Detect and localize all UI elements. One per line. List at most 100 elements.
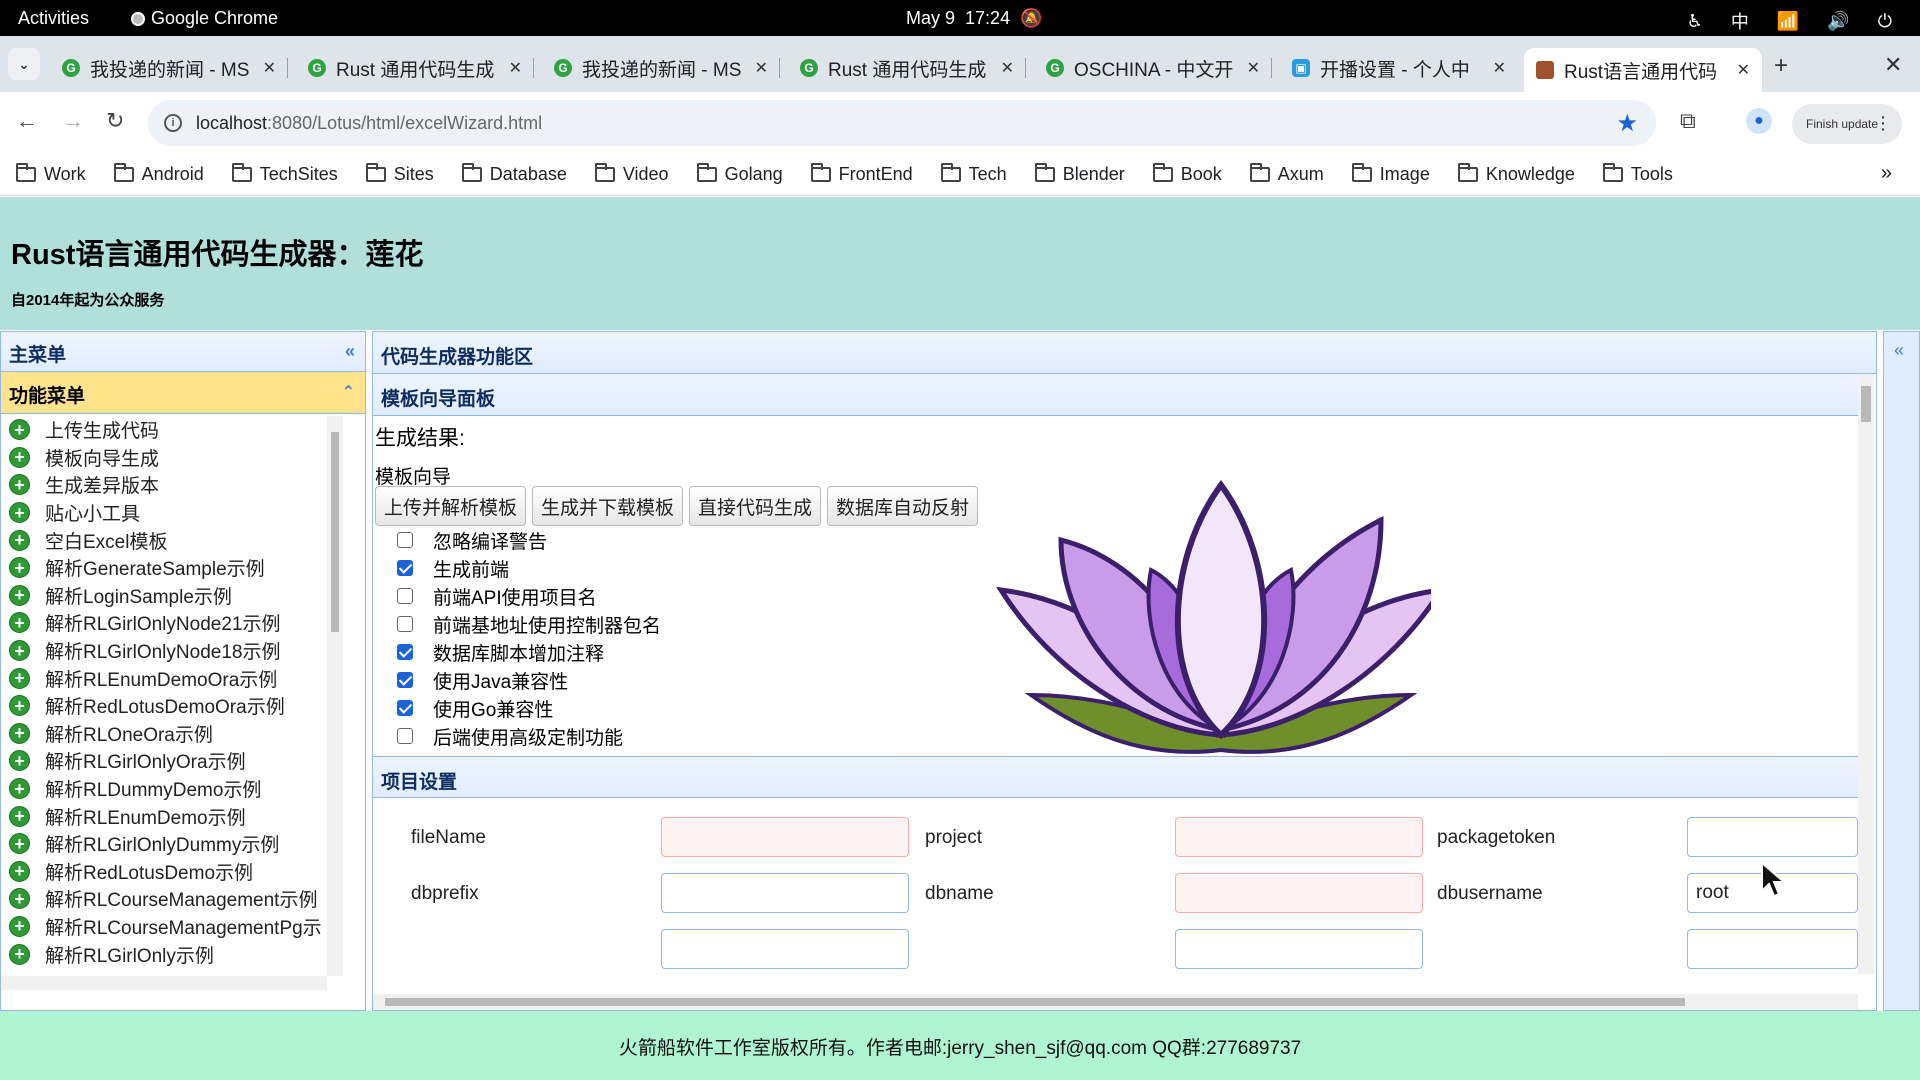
menu-item[interactable]: + 解析RLGirlOnlyNode21示例 — [1, 609, 331, 637]
option-db-script-comments[interactable]: 数据库脚本增加注释 — [397, 638, 661, 666]
option-frontend-api-project-name[interactable]: 前端API使用项目名 — [397, 582, 661, 610]
close-tab-icon[interactable]: ✕ — [1737, 60, 1750, 80]
menu-item[interactable]: + 解析RedLotusDemo示例 — [1, 858, 331, 886]
bookmark-folder[interactable]: Android — [113, 163, 204, 185]
bookmark-folder[interactable]: Axum — [1249, 163, 1324, 185]
option-go-compat[interactable]: 使用Go兼容性 — [397, 694, 661, 722]
menu-item[interactable]: + 解析GenerateSample示例 — [1, 554, 331, 582]
menu-item[interactable]: + 上传生成代码 — [1, 416, 331, 444]
menu-item[interactable]: + 解析LoginSample示例 — [1, 582, 331, 610]
bookmark-folder[interactable]: Knowledge — [1457, 163, 1575, 185]
checkbox[interactable] — [397, 588, 413, 604]
site-info-icon[interactable]: i — [164, 114, 182, 132]
option-ignore-warnings[interactable]: 忽略编译警告 — [397, 526, 661, 554]
menu-item[interactable]: + 解析RLDummyDemo示例 — [1, 775, 331, 803]
next-row-input[interactable] — [661, 929, 909, 969]
profile-avatar[interactable]: ● — [1746, 108, 1772, 134]
menu-item[interactable]: + 贴心小工具 — [1, 499, 331, 527]
bookmark-folder[interactable]: Sites — [365, 163, 434, 185]
bookmark-star-icon[interactable]: ★ — [1616, 109, 1638, 138]
right-collapsed-panel[interactable]: « — [1883, 331, 1920, 1011]
menu-vertical-scrollbar[interactable] — [327, 416, 343, 976]
tab-4[interactable]: G Rust 通用代码生成 ✕ — [788, 48, 1026, 88]
collapse-left-icon[interactable]: « — [345, 341, 355, 362]
finish-update-button[interactable]: Finish update ⋮ — [1792, 104, 1902, 144]
forward-button[interactable]: → — [62, 108, 84, 134]
menu-item[interactable]: + 解析RedLotusDemoOra示例 — [1, 692, 331, 720]
packagetoken-input[interactable] — [1687, 817, 1858, 857]
tab-2[interactable]: G Rust 通用代码生成 ✕ — [296, 48, 534, 88]
new-tab-button[interactable]: + — [1774, 52, 1788, 80]
close-tab-icon[interactable]: ✕ — [1493, 58, 1506, 78]
back-button[interactable]: ← — [16, 108, 38, 134]
close-tab-icon[interactable]: ✕ — [755, 58, 768, 78]
scrollbar-thumb[interactable] — [331, 432, 339, 632]
scrollbar-thumb[interactable] — [385, 998, 1685, 1006]
menu-item[interactable]: + 解析RLEnumDemo示例 — [1, 802, 331, 830]
db-auto-reflect-button[interactable]: 数据库自动反射 — [827, 486, 979, 526]
checkbox[interactable] — [397, 728, 413, 744]
scrollbar-thumb[interactable] — [1861, 386, 1871, 422]
upload-parse-template-button[interactable]: 上传并解析模板 — [375, 486, 527, 526]
bookmark-folder[interactable]: Blender — [1034, 163, 1125, 185]
tab-3[interactable]: G 我投递的新闻 - MS ✕ — [542, 48, 780, 88]
close-tab-icon[interactable]: ✕ — [1001, 58, 1014, 78]
wifi-icon[interactable]: 📶 — [1777, 11, 1799, 32]
volume-icon[interactable]: 🔊 — [1827, 11, 1849, 32]
bookmark-folder[interactable]: Golang — [696, 163, 783, 185]
next-row-select[interactable] — [1175, 929, 1423, 969]
close-tab-icon[interactable]: ✕ — [263, 58, 276, 78]
accessibility-icon[interactable]: ♿ — [1687, 11, 1703, 32]
filename-input[interactable] — [661, 817, 909, 857]
main-vertical-scrollbar[interactable] — [1858, 374, 1874, 974]
next-row-input[interactable] — [1687, 929, 1858, 969]
power-icon[interactable]: ⏻ — [1878, 11, 1892, 32]
bookmark-folder[interactable]: Work — [16, 163, 86, 185]
menu-item[interactable]: + 解析RLGirlOnly示例 — [1, 940, 331, 968]
option-generate-frontend[interactable]: 生成前端 — [397, 554, 661, 582]
bookmark-folder[interactable]: Tools — [1602, 163, 1673, 185]
expand-right-icon[interactable]: « — [1894, 340, 1904, 361]
bookmark-folder[interactable]: FrontEnd — [810, 163, 913, 185]
menu-item[interactable]: + 解析RLGirlOnlyDummy示例 — [1, 830, 331, 858]
tab-5[interactable]: G OSCHINA - 中文开 ✕ — [1034, 48, 1272, 88]
bookmark-folder[interactable]: Image — [1351, 163, 1430, 185]
window-close-button[interactable]: ✕ — [1884, 52, 1902, 78]
bookmark-folder[interactable]: Database — [461, 163, 567, 185]
dbname-input[interactable] — [1175, 873, 1423, 913]
menu-item[interactable]: + 解析RLGirlOnlyNode18示例 — [1, 637, 331, 665]
checkbox-checked[interactable] — [397, 672, 413, 688]
function-menu-header[interactable]: 功能菜单 ⌃ — [1, 372, 365, 414]
option-frontend-baseurl-controller-package[interactable]: 前端基地址使用控制器包名 — [397, 610, 661, 638]
checkbox[interactable] — [397, 616, 413, 632]
menu-item[interactable]: + 解析RLGirlOnlyOra示例 — [1, 747, 331, 775]
bookmarks-overflow-icon[interactable]: » — [1881, 162, 1892, 185]
menu-horizontal-scrollbar[interactable] — [1, 976, 327, 990]
bookmark-folder[interactable]: Tech — [940, 163, 1007, 185]
app-menu[interactable]: Google Chrome — [131, 8, 278, 29]
system-tray[interactable]: ♿ 中 📶 🔊 ⏻ — [1687, 8, 1892, 34]
menu-item[interactable]: + 解析RLEnumDemoOra示例 — [1, 664, 331, 692]
chevron-up-icon[interactable]: ⌃ — [342, 382, 355, 402]
dbprefix-input[interactable] — [661, 873, 909, 913]
generate-download-template-button[interactable]: 生成并下载模板 — [532, 486, 684, 526]
menu-item[interactable]: + 解析RLCourseManagement示例 — [1, 885, 331, 913]
checkbox-checked[interactable] — [397, 644, 413, 660]
tab-7-active[interactable]: Rust语言通用代码 ✕ — [1524, 48, 1762, 92]
project-input[interactable] — [1175, 817, 1423, 857]
option-backend-advanced-custom[interactable]: 后端使用高级定制功能 — [397, 722, 661, 750]
bookmark-folder[interactable]: Book — [1152, 163, 1222, 185]
reload-button[interactable]: ↻ — [106, 108, 124, 134]
main-horizontal-scrollbar[interactable] — [373, 994, 1858, 1010]
address-bar[interactable]: i localhost:8080/Lotus/html/excelWizard.… — [148, 100, 1656, 146]
close-tab-icon[interactable]: ✕ — [509, 58, 522, 78]
menu-item[interactable]: + 解析RLCourseManagementPg示 — [1, 913, 331, 941]
checkbox-checked[interactable] — [397, 700, 413, 716]
more-menu-icon[interactable]: ⋮ — [1874, 113, 1892, 134]
menu-item[interactable]: + 生成差异版本 — [1, 471, 331, 499]
checkbox[interactable] — [397, 532, 413, 548]
tab-1[interactable]: G 我投递的新闻 - MS ✕ — [50, 48, 288, 88]
bookmark-folder[interactable]: TechSites — [231, 163, 338, 185]
clock[interactable]: May 9 17:24 🔕 — [906, 8, 1043, 29]
tab-search-button[interactable]: ⌄ — [8, 48, 40, 80]
